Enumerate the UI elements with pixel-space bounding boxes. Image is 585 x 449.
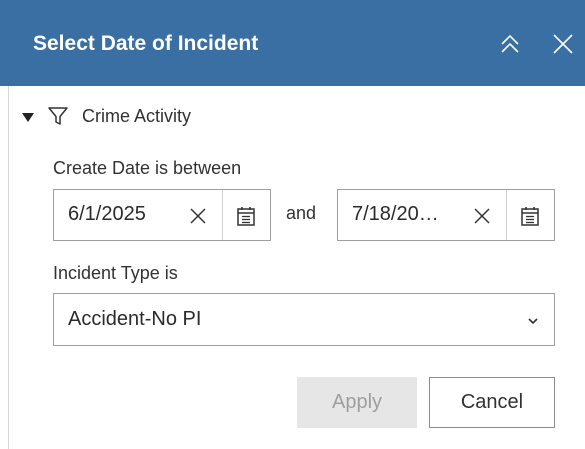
close-icon bbox=[474, 208, 490, 224]
double-chevron-up-icon bbox=[501, 34, 519, 53]
incident-type-value: Accident-No PI bbox=[68, 308, 202, 330]
collapse-button[interactable] bbox=[490, 24, 530, 64]
chevron-down-icon bbox=[528, 318, 538, 325]
start-date-calendar-button[interactable] bbox=[232, 202, 260, 230]
divider bbox=[506, 190, 507, 240]
and-connector: and bbox=[286, 203, 317, 223]
panel-left-border bbox=[8, 86, 9, 449]
incident-type-label: Incident Type is bbox=[53, 263, 178, 283]
incident-type-select[interactable]: Accident-No PI bbox=[53, 293, 555, 346]
start-date-clear-button[interactable] bbox=[184, 202, 212, 230]
panel-title: Select Date of Incident bbox=[33, 32, 259, 55]
start-date-field[interactable]: 6/1/2025 bbox=[53, 189, 271, 241]
filter-panel: Select Date of Incident Crime Activity C… bbox=[0, 0, 585, 449]
panel-header: Select Date of Incident bbox=[0, 0, 585, 86]
close-button[interactable] bbox=[543, 24, 583, 64]
divider bbox=[222, 190, 223, 240]
section-label: Crime Activity bbox=[82, 105, 192, 126]
start-date-value: 6/1/2025 bbox=[68, 203, 146, 225]
caret-down-icon bbox=[22, 112, 34, 122]
calendar-icon bbox=[237, 207, 255, 226]
close-icon bbox=[190, 208, 206, 224]
cancel-button[interactable]: Cancel bbox=[429, 377, 555, 428]
calendar-icon bbox=[521, 207, 539, 226]
section-toggle-crime-activity[interactable]: Crime Activity bbox=[22, 101, 191, 131]
close-icon bbox=[553, 34, 573, 54]
filter-icon bbox=[46, 104, 70, 128]
create-date-label: Create Date is between bbox=[53, 158, 242, 178]
end-date-field[interactable]: 7/18/20… bbox=[337, 189, 555, 241]
end-date-value: 7/18/20… bbox=[352, 203, 439, 225]
end-date-calendar-button[interactable] bbox=[516, 202, 544, 230]
end-date-clear-button[interactable] bbox=[468, 202, 496, 230]
apply-button[interactable]: Apply bbox=[297, 377, 417, 428]
